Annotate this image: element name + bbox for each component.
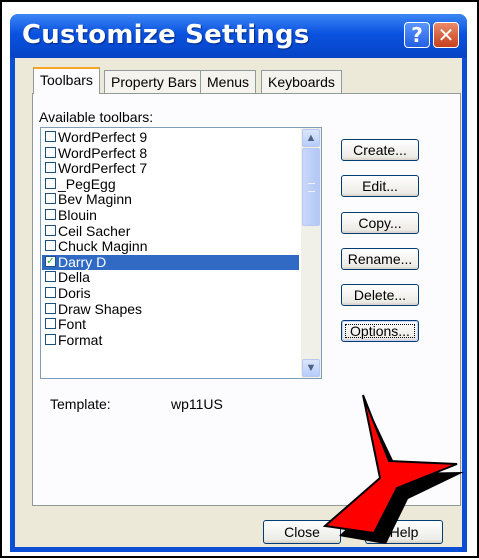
tab-toolbars[interactable]: Toolbars <box>33 67 100 94</box>
screenshot-frame: Customize Settings ? ✕ Toolbars Property… <box>0 0 479 558</box>
